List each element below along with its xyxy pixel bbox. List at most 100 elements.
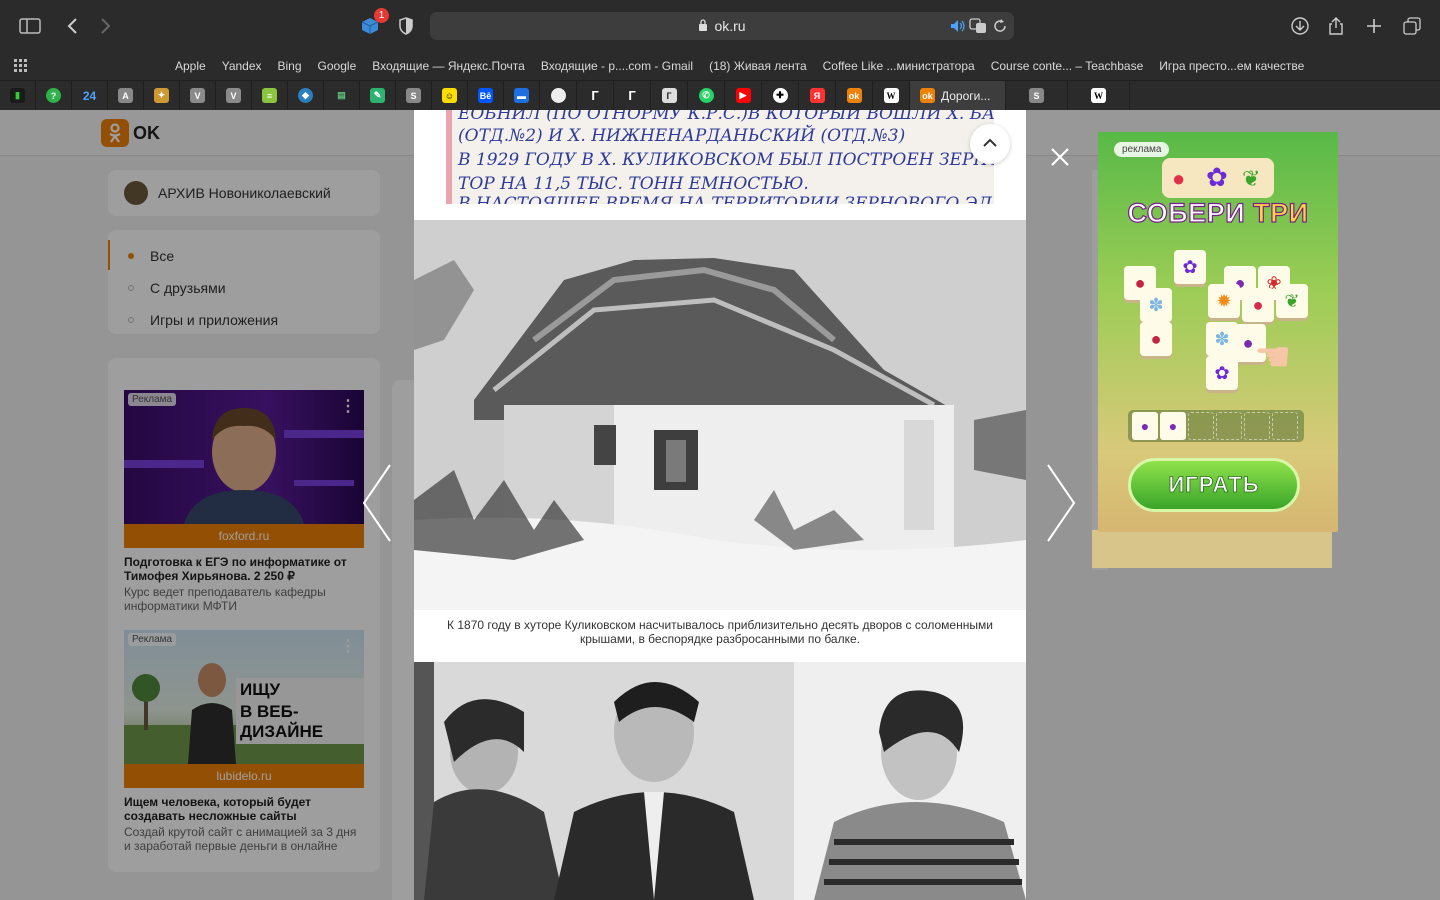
tab-title: Дороги... (941, 88, 991, 103)
tab-21[interactable]: ▶ (725, 81, 762, 110)
tab-3[interactable]: 24 (72, 81, 108, 110)
tab-19[interactable]: Г (651, 81, 688, 110)
tab-6[interactable]: V (180, 81, 216, 110)
tab-favicon: ok (920, 88, 935, 103)
doc-text-line: В НАСТОЯЩЕЕ ВРЕМЯ НА ТЕРРИТОРИИ ЗЕРНОВОГ… (458, 194, 994, 204)
tab-7[interactable]: V (216, 81, 252, 110)
tab-4[interactable]: A (108, 81, 144, 110)
new-tab-icon[interactable] (1360, 12, 1388, 40)
photo-viewer: ЕОБНИЛ (ПО ОТНОРМУ К.Р.С.)В КОТОРЫЙ ВОШЛ… (414, 110, 1026, 900)
tab-27[interactable]: S (1006, 81, 1068, 110)
bookmark-live-feed[interactable]: (18) Живая лента (701, 59, 815, 73)
photo-caption: К 1870 году в хуторе Куликовском насчиты… (447, 618, 993, 646)
bookmark-apple[interactable]: Apple (167, 59, 214, 73)
download-icon[interactable] (1286, 12, 1314, 40)
bookmark-coffee-like[interactable]: Coffee Like ...министратора (815, 59, 983, 73)
empty-slot (1188, 412, 1214, 440)
document-photo[interactable]: ЕОБНИЛ (ПО ОТНОРМУ К.Р.С.)В КОТОРЫЙ ВОШЛ… (446, 110, 994, 204)
tile-flower-icon: ✽ (1140, 288, 1172, 322)
tab-10[interactable]: ▤ (324, 81, 360, 110)
tab-5[interactable]: ✦ (144, 81, 180, 110)
sidebar-toggle-icon[interactable] (16, 12, 44, 40)
tab-favicon: Г (661, 88, 677, 103)
tab-28[interactable]: W (1068, 81, 1130, 110)
tab-15[interactable]: ▬ (504, 81, 540, 110)
tab-18[interactable]: Г (614, 81, 651, 110)
empty-slot (1272, 412, 1298, 440)
tile-leaf-icon: ❦ (1276, 284, 1308, 318)
next-photo-button[interactable] (1044, 463, 1078, 545)
tab-bar: ▮ ? 24 A ✦ V V ≡ ◆ ▤ ✎ S ☺ Bē ▬ Г Г Г ✆ … (0, 80, 1440, 110)
tab-17[interactable]: Г (577, 81, 614, 110)
tab-20[interactable]: ✆ (688, 81, 725, 110)
tab-favicon: W (883, 88, 899, 103)
url-text: ok.ru (714, 18, 746, 34)
empty-slot (1244, 412, 1270, 440)
tile-raspberry-icon: ● (1140, 322, 1172, 356)
game-ad-banner[interactable]: реклама ● ✿ ❦ СОБЕРИ ТРИ ● ✿ ● ❀ ✽ ✹ ● ❦… (1098, 132, 1338, 532)
tab-11[interactable]: ✎ (360, 81, 396, 110)
tab-14[interactable]: Bē (468, 81, 504, 110)
reload-icon[interactable] (986, 12, 1014, 40)
tab-25[interactable]: W (873, 81, 910, 110)
tab-overview-icon[interactable] (1398, 12, 1426, 40)
bookmark-teachbase[interactable]: Course conte... – Teachbase (983, 59, 1152, 73)
tab-23[interactable]: Я (799, 81, 836, 110)
notification-badge: 1 (374, 8, 389, 23)
back-icon[interactable] (58, 12, 86, 40)
doc-text-line: ЕОБНИЛ (ПО ОТНОРМУ К.Р.С.)В КОТОРЫЙ ВОШЛ… (458, 110, 994, 124)
bookmark-google[interactable]: Google (310, 59, 365, 73)
tab-favicon: Bē (478, 88, 493, 103)
shield-icon[interactable] (392, 12, 420, 40)
tab-2[interactable]: ? (36, 81, 72, 110)
chevron-left-icon (360, 463, 394, 548)
tab-12[interactable]: S (396, 81, 432, 110)
tab-8[interactable]: ≡ (252, 81, 288, 110)
tab-favicon: ☺ (442, 88, 457, 103)
tab-favicon: ? (46, 88, 61, 103)
tab-favicon: Г (591, 88, 599, 103)
leaf-icon: ❦ (1242, 166, 1261, 191)
people-photo[interactable] (414, 662, 1026, 900)
prev-photo-button[interactable] (360, 463, 394, 548)
tile-raspberry-icon: ● (1242, 288, 1274, 322)
tab-24[interactable]: ok (836, 81, 873, 110)
bookmark-bing[interactable]: Bing (270, 59, 310, 73)
ad-label: реклама (1114, 142, 1170, 157)
tab-22[interactable]: ✚ (762, 81, 799, 110)
lock-icon (698, 18, 708, 34)
game-title-accent: ТРИ (1253, 197, 1309, 228)
raspberry-icon: ● (1172, 166, 1186, 191)
empty-slot (1216, 412, 1242, 440)
tab-9[interactable]: ◆ (288, 81, 324, 110)
rose-icon: ✿ (1206, 162, 1228, 192)
close-viewer-button[interactable] (1048, 145, 1072, 169)
doc-text-line: (ОТД.№2) И Х. НИЖНЕНАРДАНЬСКИЙ (ОТД.№3) (458, 126, 906, 146)
tab-1[interactable]: ▮ (0, 81, 36, 110)
tab-13[interactable]: ☺ (432, 81, 468, 110)
share-icon[interactable] (1322, 12, 1350, 40)
tab-favicon: V (226, 88, 241, 103)
bookmark-yandex-mail[interactable]: Входящие — Яндекс.Почта (364, 59, 533, 73)
tab-favicon: ≡ (262, 88, 277, 103)
tab-favicon: S (406, 88, 421, 103)
tab-favicon: ◆ (298, 88, 313, 103)
browser-toolbar: 1 ok.ru (0, 0, 1440, 52)
house-photo[interactable] (414, 220, 1026, 610)
bookmark-game[interactable]: Игра престо...ем качестве (1151, 59, 1312, 73)
tab-active[interactable]: ok Дороги... (910, 81, 1006, 110)
tab-favicon (550, 88, 566, 103)
tab-favicon: ✆ (698, 88, 714, 103)
bookmark-yandex[interactable]: Yandex (214, 59, 270, 73)
tab-favicon: A (118, 88, 133, 103)
tab-favicon: Г (628, 88, 636, 103)
tab-favicon: Я (809, 88, 825, 103)
scroll-up-button[interactable] (970, 124, 1010, 164)
tab-16[interactable] (540, 81, 577, 110)
forward-icon[interactable] (92, 12, 120, 40)
game-ad-underlay (1092, 530, 1332, 568)
bookmark-gmail[interactable]: Входящие - p....com - Gmail (533, 59, 701, 73)
tab-favicon: S (1029, 88, 1044, 103)
play-button[interactable]: ИГРАТЬ (1128, 458, 1300, 512)
address-bar[interactable]: ok.ru (430, 12, 1014, 40)
